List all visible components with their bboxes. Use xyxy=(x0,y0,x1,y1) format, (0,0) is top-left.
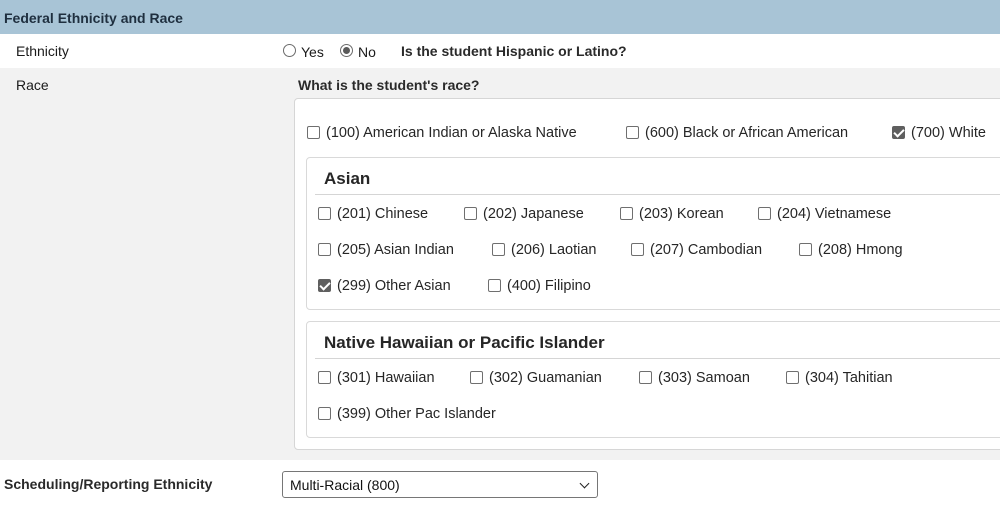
race-600-checkbox[interactable] xyxy=(626,126,639,139)
race-303-checkbox[interactable] xyxy=(639,371,652,384)
race-203-checkbox[interactable] xyxy=(620,207,633,220)
race-399-checkbox[interactable] xyxy=(318,407,331,420)
race-700-checkbox[interactable] xyxy=(892,126,905,139)
race-options-panel: (100) American Indian or Alaska Native (… xyxy=(294,98,1000,450)
race-302-label[interactable]: (302) Guamanian xyxy=(489,370,602,386)
race-208-checkbox[interactable] xyxy=(799,243,812,256)
ethnicity-no-radio[interactable] xyxy=(340,44,353,57)
race-201-label[interactable]: (201) Chinese xyxy=(337,206,428,222)
ethnicity-yes-label[interactable]: Yes xyxy=(301,44,324,60)
race-204-checkbox[interactable] xyxy=(758,207,771,220)
ethnicity-row: Ethnicity Yes No Is the student Hispanic… xyxy=(0,34,1000,68)
asian-group: Asian (201) Chinese (202) Japanese (203)… xyxy=(306,157,1000,310)
ethnicity-no-label[interactable]: No xyxy=(358,44,376,60)
scheduling-ethnicity-select[interactable]: Multi-Racial (800) xyxy=(282,471,598,498)
race-question: What is the student's race? xyxy=(298,77,480,93)
race-302-checkbox[interactable] xyxy=(470,371,483,384)
race-201-checkbox[interactable] xyxy=(318,207,331,220)
race-202-checkbox[interactable] xyxy=(464,207,477,220)
race-206-label[interactable]: (206) Laotian xyxy=(511,242,596,258)
race-301-label[interactable]: (301) Hawaiian xyxy=(337,370,435,386)
race-299-label[interactable]: (299) Other Asian xyxy=(337,278,451,294)
ethnicity-question: Is the student Hispanic or Latino? xyxy=(401,43,627,59)
race-301-checkbox[interactable] xyxy=(318,371,331,384)
race-700-label[interactable]: (700) White xyxy=(911,125,986,141)
race-304-checkbox[interactable] xyxy=(786,371,799,384)
ethnicity-label: Ethnicity xyxy=(16,43,69,59)
chevron-down-icon xyxy=(579,478,590,489)
race-207-checkbox[interactable] xyxy=(631,243,644,256)
race-label: Race xyxy=(16,77,49,93)
race-206-checkbox[interactable] xyxy=(492,243,505,256)
race-203-label[interactable]: (203) Korean xyxy=(639,206,724,222)
race-304-label[interactable]: (304) Tahitian xyxy=(805,370,893,386)
race-205-label[interactable]: (205) Asian Indian xyxy=(337,242,454,258)
section-title: Federal Ethnicity and Race xyxy=(4,10,183,26)
pacific-islander-group-title: Native Hawaiian or Pacific Islander xyxy=(324,333,605,352)
race-100-checkbox[interactable] xyxy=(307,126,320,139)
race-207-label[interactable]: (207) Cambodian xyxy=(650,242,762,258)
scheduling-label: Scheduling/Reporting Ethnicity xyxy=(4,476,213,492)
race-600-label[interactable]: (600) Black or African American xyxy=(645,125,848,141)
race-400-checkbox[interactable] xyxy=(488,279,501,292)
pacific-islander-group: Native Hawaiian or Pacific Islander (301… xyxy=(306,321,1000,438)
ethnicity-yes-radio[interactable] xyxy=(283,44,296,57)
pacific-islander-group-divider xyxy=(315,358,1000,359)
asian-group-divider xyxy=(315,194,1000,195)
race-100-label[interactable]: (100) American Indian or Alaska Native xyxy=(326,125,577,141)
asian-group-title: Asian xyxy=(324,169,371,188)
race-400-label[interactable]: (400) Filipino xyxy=(507,278,591,294)
race-399-label[interactable]: (399) Other Pac Islander xyxy=(337,406,496,422)
race-204-label[interactable]: (204) Vietnamese xyxy=(777,206,891,222)
race-303-label[interactable]: (303) Samoan xyxy=(658,370,750,386)
race-299-checkbox[interactable] xyxy=(318,279,331,292)
race-208-label[interactable]: (208) Hmong xyxy=(818,242,903,258)
scheduling-selected-value: Multi-Racial (800) xyxy=(290,477,400,493)
section-header: Federal Ethnicity and Race xyxy=(0,0,1000,34)
race-202-label[interactable]: (202) Japanese xyxy=(483,206,584,222)
race-205-checkbox[interactable] xyxy=(318,243,331,256)
